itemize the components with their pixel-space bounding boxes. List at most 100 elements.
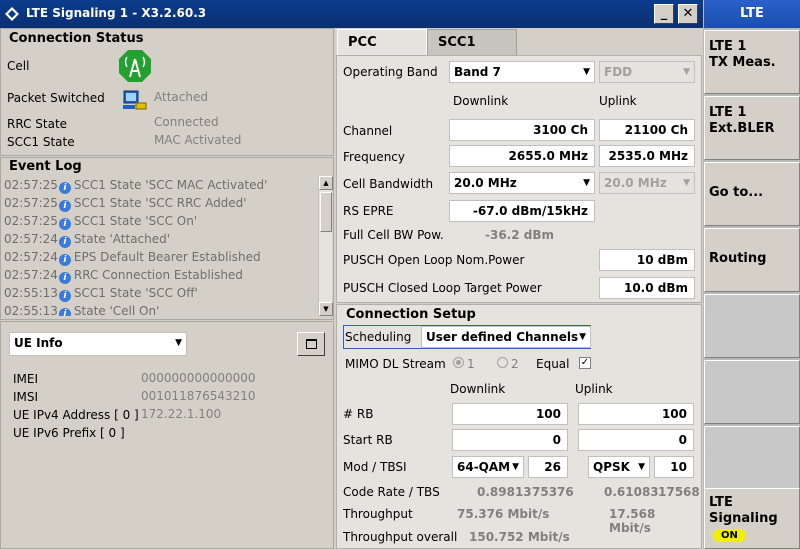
- code-rate-tbs-label: Code Rate / TBS: [343, 485, 440, 499]
- event-log-list[interactable]: 02:57:25 i SCC1 State 'SCC MAC Activated' …: [0, 176, 316, 316]
- info-icon: i: [58, 254, 71, 266]
- start-rb-dl-field[interactable]: 0: [452, 429, 568, 451]
- frequency-ul-field[interactable]: 2535.0 MHz: [599, 145, 695, 167]
- pusch-open-loop-field[interactable]: 10 dBm: [599, 249, 695, 271]
- ipv4-label: UE IPv4 Address [ 0 ]: [13, 408, 139, 422]
- softkey-go-to[interactable]: Go to...: [704, 162, 800, 226]
- chevron-down-icon: ▼: [638, 462, 645, 472]
- full-cell-bw-label: Full Cell BW Pow.: [343, 228, 444, 242]
- title-bar: LTE Signaling 1 - X3.2.60.3 _ ✕: [0, 0, 703, 28]
- event-log-scrollbar[interactable]: ▲ ▼: [318, 176, 333, 316]
- softkey-routing[interactable]: Routing: [704, 228, 800, 292]
- tbsi-ul-field[interactable]: 10: [654, 456, 694, 478]
- ipv6-label: UE IPv6 Prefix [ 0 ]: [13, 426, 125, 440]
- signaling-on-badge: ON: [713, 529, 746, 542]
- rb-label: # RB: [343, 407, 374, 421]
- tab-pcc[interactable]: PCC: [337, 29, 427, 55]
- ue-info-select[interactable]: UE Info ▼: [9, 332, 187, 356]
- chevron-down-icon: ▼: [512, 462, 519, 472]
- setup-downlink-header: Downlink: [450, 382, 506, 396]
- code-rate-ul-value: 0.61083: [604, 485, 659, 499]
- equal-checkbox[interactable]: ✓: [579, 357, 591, 369]
- imei-value: 000000000000000: [141, 371, 256, 385]
- pusch-closed-loop-label: PUSCH Closed Loop Target Power: [343, 281, 542, 295]
- chevron-down-icon: ▼: [683, 67, 690, 77]
- pcc-downlink-header: Downlink: [453, 94, 509, 108]
- scroll-up-icon[interactable]: ▲: [319, 176, 333, 190]
- channel-label: Channel: [343, 124, 393, 138]
- tbs-dl-value: 75376: [532, 485, 574, 499]
- equal-label: Equal: [536, 357, 570, 371]
- softkey-empty-7[interactable]: [704, 426, 800, 490]
- tbsi-dl-field[interactable]: 26: [528, 456, 568, 478]
- scc1-state-label: SCC1 State: [7, 135, 75, 149]
- duplex-mode-select: FDD ▼: [599, 61, 695, 83]
- rs-epre-field[interactable]: -67.0 dBm/15kHz: [449, 200, 595, 222]
- softkey-lte-ext-bler[interactable]: LTE 1 Ext.BLER: [704, 96, 800, 160]
- info-icon: i: [58, 236, 71, 248]
- info-icon: i: [58, 200, 71, 212]
- scrollbar-thumb[interactable]: [320, 192, 332, 232]
- list-item[interactable]: 02:55:13 i State 'Cell On': [4, 304, 159, 316]
- mimo-dl-stream-label: MIMO DL Stream: [345, 357, 446, 371]
- softkey-header: LTE: [704, 0, 800, 28]
- list-item[interactable]: 02:57:25 i SCC1 State 'SCC On': [4, 214, 197, 232]
- mod-dl-select[interactable]: 64-QAM ▼: [452, 456, 524, 478]
- connection-status-title: Connection Status: [9, 31, 144, 46]
- mimo-radio-1[interactable]: [453, 357, 464, 368]
- chevron-down-icon: ▼: [175, 338, 182, 348]
- start-rb-ul-field[interactable]: 0: [578, 429, 694, 451]
- minimize-button[interactable]: _: [654, 4, 674, 24]
- list-item[interactable]: 02:57:24 i RRC Connection Established: [4, 268, 243, 286]
- info-icon: i: [58, 272, 71, 284]
- chevron-down-icon: ▼: [683, 178, 690, 188]
- softkey-lte-tx-meas[interactable]: LTE 1 TX Meas.: [704, 30, 800, 94]
- mimo-radio-2[interactable]: [497, 357, 508, 368]
- info-icon: i: [58, 308, 71, 316]
- tbs-ul-value: 17568: [658, 485, 700, 499]
- throughput-dl-value: 75.376 Mbit/s: [457, 507, 550, 521]
- attached-device-icon: [123, 90, 147, 110]
- rrc-state-label: RRC State: [7, 117, 68, 131]
- frequency-dl-field[interactable]: 2655.0 MHz: [449, 145, 595, 167]
- channel-ul-field[interactable]: 21100 Ch: [599, 119, 695, 141]
- setup-uplink-header: Uplink: [575, 382, 613, 396]
- list-item[interactable]: 02:57:24 i EPS Default Bearer Established: [4, 250, 261, 268]
- code-rate-dl-value: 0.89813: [477, 485, 532, 499]
- close-button[interactable]: ✕: [678, 4, 698, 24]
- window-title: LTE Signaling 1 - X3.2.60.3: [26, 6, 207, 20]
- softkey-lte-signaling-label: LTE Signaling: [709, 495, 778, 526]
- connection-setup-title: Connection Setup: [346, 307, 476, 322]
- list-item[interactable]: 02:55:13 i SCC1 State 'SCC Off': [4, 286, 198, 304]
- cell-bandwidth-dl-select[interactable]: 20.0 MHz ▼: [449, 172, 595, 194]
- operating-band-select[interactable]: Band 7 ▼: [449, 61, 595, 83]
- rs-epre-label: RS EPRE: [343, 204, 394, 218]
- list-item[interactable]: 02:57:25 i SCC1 State 'SCC RRC Added': [4, 196, 247, 214]
- scroll-down-icon[interactable]: ▼: [319, 302, 333, 316]
- ipv4-value: 172.22.1.100: [141, 407, 222, 421]
- scheduling-select[interactable]: User defined Channels ▼: [421, 326, 591, 348]
- scc1-state-value: MAC Activated: [154, 133, 242, 147]
- cell-bandwidth-ul-select: 20.0 MHz ▼: [599, 172, 695, 194]
- throughput-ul-value: 17.568 Mbit/s: [609, 507, 656, 535]
- list-item[interactable]: 02:57:25 i SCC1 State 'SCC MAC Activated': [4, 178, 267, 196]
- softkey-lte-signaling[interactable]: LTE Signaling ON: [704, 488, 800, 549]
- ue-info-panel: UE Info ▼ IMEI 000000000000000 IMSI 00101…: [0, 321, 334, 549]
- channel-dl-field[interactable]: 3100 Ch: [449, 119, 595, 141]
- rohde-schwarz-logo-icon: [5, 7, 19, 21]
- info-icon: i: [58, 218, 71, 230]
- frequency-label: Frequency: [343, 150, 405, 164]
- softkey-empty-5[interactable]: [704, 294, 800, 358]
- list-item[interactable]: 02:57:24 i State 'Attached': [4, 232, 170, 250]
- tab-scc1[interactable]: SCC1: [427, 29, 517, 55]
- rb-dl-field[interactable]: 100: [452, 403, 568, 425]
- pusch-closed-loop-field[interactable]: 10.0 dBm: [599, 277, 695, 299]
- pcc-uplink-header: Uplink: [599, 94, 637, 108]
- mod-ul-select[interactable]: QPSK ▼: [588, 456, 650, 478]
- rrc-state-value: Connected: [154, 115, 219, 129]
- mod-tbsi-label: Mod / TBSI: [343, 460, 407, 474]
- chevron-down-icon: ▼: [579, 332, 586, 342]
- maximize-panel-button[interactable]: [297, 332, 325, 356]
- softkey-empty-6[interactable]: [704, 360, 800, 424]
- rb-ul-field[interactable]: 100: [578, 403, 694, 425]
